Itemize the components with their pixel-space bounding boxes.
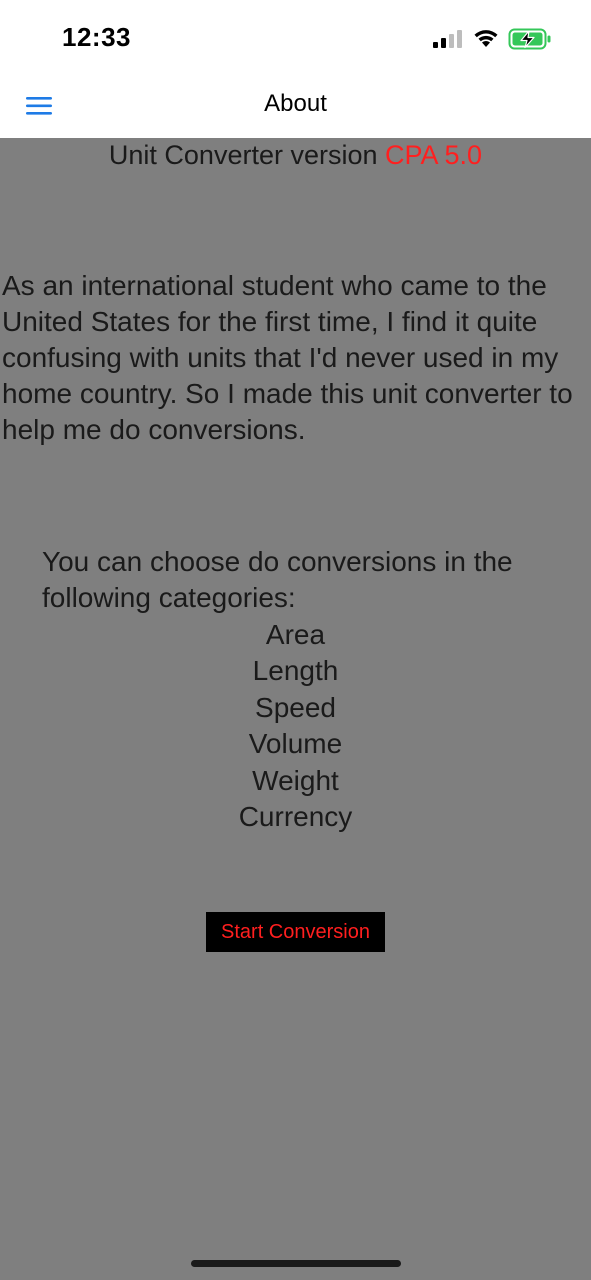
category-item-weight: Weight bbox=[252, 764, 339, 796]
categories-intro: You can choose do conversions in the fol… bbox=[42, 546, 513, 613]
category-item-speed: Speed bbox=[255, 691, 336, 723]
start-conversion-button[interactable]: Start Conversion bbox=[206, 912, 385, 952]
page-title: About bbox=[264, 90, 327, 117]
category-item-currency: Currency bbox=[238, 801, 353, 833]
category-item-area: Area bbox=[265, 619, 326, 650]
version-prefix: Unit Converter version bbox=[108, 140, 386, 170]
status-time: 12:33 bbox=[62, 22, 131, 52]
category-list: Area Length Speed Volume Weight Currency bbox=[0, 617, 591, 835]
category-item-volume: Volume bbox=[248, 728, 343, 760]
battery-charging-icon bbox=[508, 28, 551, 50]
category-item-length: Length bbox=[252, 655, 339, 687]
wifi-icon bbox=[474, 30, 498, 47]
app-screen: 12:33 About Unit Converter version CPA 5… bbox=[0, 0, 591, 1280]
version-line: Unit Converter version CPA 5.0 bbox=[0, 140, 591, 171]
status-bar: 12:33 bbox=[0, 0, 591, 72]
signal-icon bbox=[433, 30, 462, 48]
nav-bar: About bbox=[0, 72, 591, 138]
intro-paragraph: As an international student who came to … bbox=[2, 270, 573, 445]
version-number: CPA 5.0 bbox=[385, 140, 483, 170]
home-indicator[interactable] bbox=[191, 1260, 401, 1267]
